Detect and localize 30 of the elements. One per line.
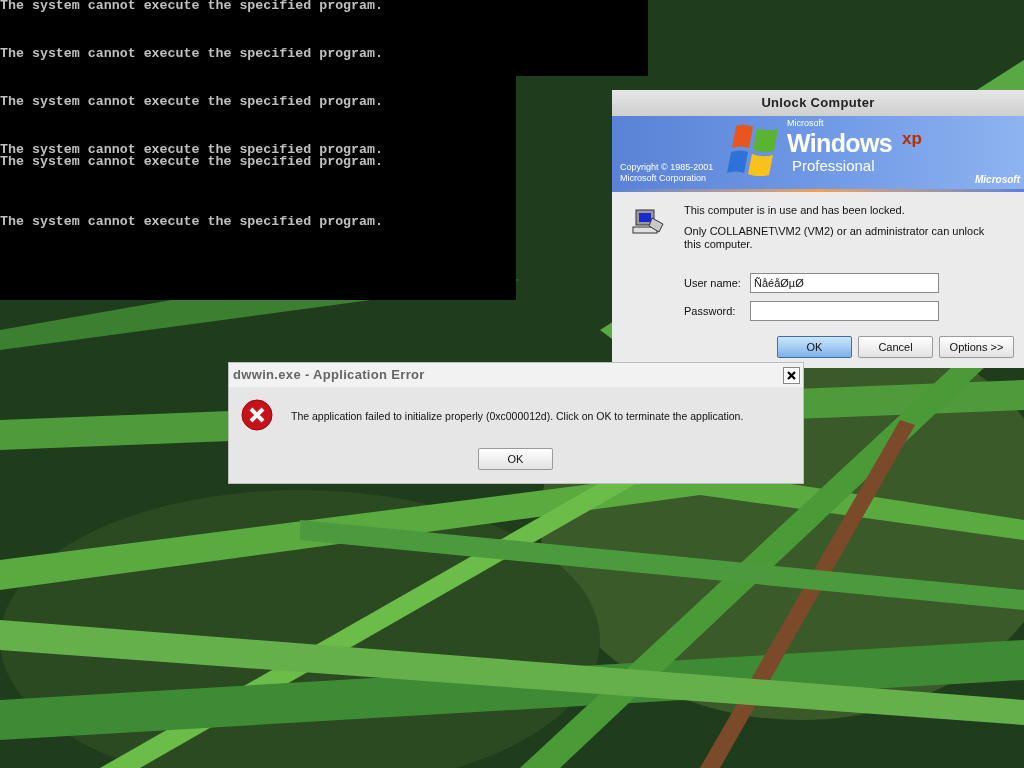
console-line: The system cannot execute the specified program. xyxy=(0,48,383,60)
error-message: The application failed to initialize properly (0xc000012d). Click on OK to terminate the application. xyxy=(291,409,744,424)
close-button[interactable] xyxy=(783,366,800,384)
dialog-button[interactable]: OK xyxy=(777,336,852,358)
brand-name: Windows xyxy=(787,131,893,156)
console-line: The system cannot execute the specified program. xyxy=(0,216,383,228)
window-title: dwwin.exe - Application Error xyxy=(233,366,425,385)
corner-logo: Microsoft xyxy=(975,173,1020,187)
edition-label: Professional xyxy=(792,158,875,173)
console-line: The system cannot execute the specified program. xyxy=(0,0,383,12)
lock-message: This computer is in use and has been locked. xyxy=(684,204,906,217)
copyright-text: Copyright © 1985-2001 xyxy=(620,162,714,173)
console-line: The system cannot execute the specified program. xyxy=(0,144,383,156)
lock-message: Only COLLABNET\VM2 (VM2) or an administrator can unlock this computer. xyxy=(684,225,986,251)
console-line: The system cannot execute the specified program. xyxy=(0,156,383,168)
field-label: User name: xyxy=(684,275,742,291)
dialog-button[interactable]: Options >> xyxy=(939,336,1014,358)
dialog-button[interactable]: OK xyxy=(478,448,553,470)
field-label: Password: xyxy=(684,303,737,319)
input-field[interactable]: ÑåéåØµØ xyxy=(750,273,939,293)
brand-label: Microsoft xyxy=(787,119,824,128)
window-title: Unlock Computer xyxy=(761,94,875,113)
input-field[interactable] xyxy=(750,301,939,321)
dialog-button[interactable]: Cancel xyxy=(858,336,933,358)
error-icon xyxy=(241,399,273,431)
locked-computer-icon xyxy=(632,208,666,236)
close-icon xyxy=(787,370,796,380)
copyright-text: Microsoft Corporation xyxy=(620,173,708,184)
console-line: The system cannot execute the specified program. xyxy=(0,96,383,108)
brand-suffix: xp xyxy=(902,130,922,147)
